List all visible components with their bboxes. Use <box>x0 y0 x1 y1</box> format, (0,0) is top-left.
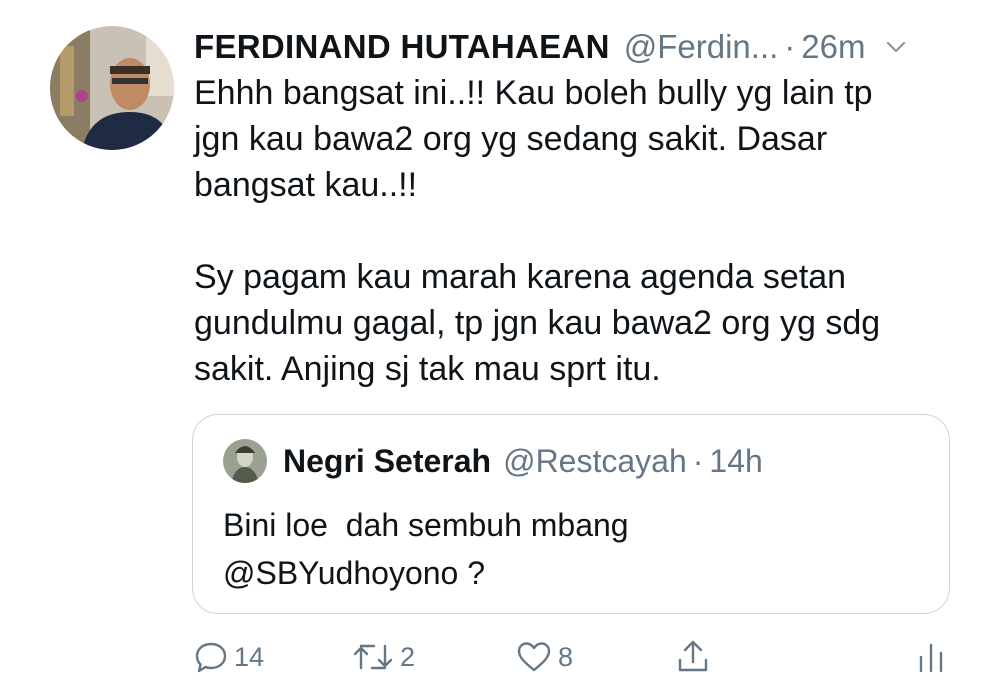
tweet-header: FERDINAND HUTAHAEAN @Ferdin... · 26m <box>194 22 960 72</box>
separator-dot: · <box>784 28 796 65</box>
quoted-author-handle: @Restcayah <box>503 442 687 479</box>
quoted-tweet[interactable]: Negri Seterah @Restcayah · 14h Bini loe … <box>192 414 950 614</box>
author-name[interactable]: FERDINAND HUTAHAEAN <box>194 28 610 66</box>
quoted-text: Bini loe dah sembuh mbang @SBYudhoyono ? <box>223 507 629 591</box>
quoted-timestamp: 14h <box>709 442 763 479</box>
retweet-count: 2 <box>400 641 416 672</box>
separator-dot: · <box>692 442 704 479</box>
reply-icon <box>194 640 228 674</box>
quoted-header: Negri Seterah @Restcayah · 14h <box>283 437 763 485</box>
quoted-author-name: Negri Seterah <box>283 442 492 479</box>
like-count: 8 <box>558 641 574 672</box>
analytics-button[interactable] <box>916 632 946 682</box>
reply-count: 14 <box>234 641 265 672</box>
author-avatar[interactable] <box>50 26 174 150</box>
heart-icon <box>516 640 552 674</box>
retweet-button[interactable]: 2 <box>352 632 415 682</box>
like-button[interactable]: 8 <box>516 632 573 682</box>
share-button[interactable] <box>676 632 710 682</box>
chevron-down-icon[interactable] <box>884 34 910 60</box>
share-icon <box>676 638 710 676</box>
tweet-actions: 14 2 8 <box>190 632 970 682</box>
reply-button[interactable]: 14 <box>194 632 264 682</box>
retweet-icon <box>352 640 394 674</box>
tweet-text: Ehhh bangsat ini..!! Kau boleh bully yg … <box>194 74 881 388</box>
author-handle[interactable]: @Ferdin... <box>624 28 779 66</box>
analytics-icon <box>916 639 946 675</box>
quoted-author-avatar <box>223 439 267 483</box>
tweet-timestamp[interactable]: 26m <box>801 28 865 66</box>
